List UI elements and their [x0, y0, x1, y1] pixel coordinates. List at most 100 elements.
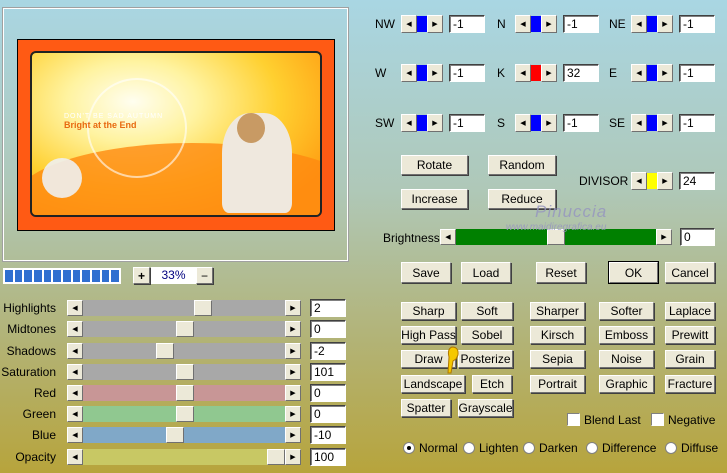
saturation-input[interactable]: 101 [310, 363, 346, 381]
save-button[interactable]: Save [401, 262, 451, 283]
arrow-left-icon[interactable]: ◀ [67, 406, 83, 422]
slider-thumb[interactable] [156, 343, 174, 359]
kernel-w-slider[interactable]: ◀ ▶ [401, 64, 443, 82]
midtones-slider[interactable]: ◀ ▶ [67, 321, 301, 337]
highlights-input[interactable]: 2 [310, 299, 346, 317]
arrow-right-icon[interactable]: ▶ [285, 427, 301, 443]
highlights-slider[interactable]: ◀ ▶ [67, 300, 301, 316]
divisor-input[interactable]: 24 [679, 172, 715, 190]
slider-thumb[interactable] [176, 364, 194, 380]
kernel-ne-slider[interactable]: ◀ ▶ [631, 15, 673, 33]
slider-thumb[interactable] [267, 449, 285, 465]
arrow-right-icon[interactable]: ▶ [285, 385, 301, 401]
preset-grayscale-button[interactable]: Grayscale [458, 399, 513, 417]
kernel-se-slider[interactable]: ◀ ▶ [631, 114, 673, 132]
zoom-out-button[interactable]: − [196, 267, 213, 284]
negative-checkbox[interactable] [651, 413, 664, 426]
zoom-in-button[interactable]: + [133, 267, 150, 284]
mode-normal-radio[interactable] [403, 442, 415, 454]
kernel-e-input[interactable]: -1 [679, 64, 715, 82]
arrow-left-icon[interactable]: ◀ [67, 321, 83, 337]
kernel-e-slider[interactable]: ◀ ▶ [631, 64, 673, 82]
preset-prewitt-button[interactable]: Prewitt [665, 326, 715, 344]
kernel-k-slider[interactable]: ◀ ▶ [515, 64, 557, 82]
blue-input[interactable]: -10 [310, 426, 346, 444]
ok-button[interactable]: OK [608, 261, 659, 284]
arrow-right-icon[interactable]: ▶ [285, 300, 301, 316]
preset-spatter-button[interactable]: Spatter [401, 399, 451, 417]
red-input[interactable]: 0 [310, 384, 346, 402]
preset-graphic-button[interactable]: Graphic [599, 375, 654, 393]
arrow-left-icon[interactable]: ◀ [67, 385, 83, 401]
divisor-slider[interactable]: ◀ ▶ [631, 172, 673, 190]
preset-etch-button[interactable]: Etch [472, 375, 512, 393]
arrow-left-icon[interactable]: ◀ [67, 427, 83, 443]
mode-lighten-radio[interactable] [463, 442, 475, 454]
arrow-left-icon[interactable]: ◀ [67, 343, 83, 359]
preset-sharp-button[interactable]: Sharp [401, 302, 456, 320]
saturation-slider[interactable]: ◀ ▶ [67, 364, 301, 380]
kernel-sw-slider[interactable]: ◀ ▶ [401, 114, 443, 132]
kernel-ne-input[interactable]: -1 [679, 15, 715, 33]
preset-sobel-button[interactable]: Sobel [461, 326, 513, 344]
slider-thumb[interactable] [166, 427, 184, 443]
preset-posterize-button[interactable]: Posterize [458, 350, 513, 368]
progress-segment [82, 270, 91, 282]
preset-noise-button[interactable]: Noise [599, 350, 654, 368]
kernel-n-slider[interactable]: ◀ ▶ [515, 15, 557, 33]
shadows-input[interactable]: -2 [310, 342, 346, 360]
arrow-right-icon[interactable]: ▶ [285, 406, 301, 422]
shadows-slider[interactable]: ◀ ▶ [67, 343, 301, 359]
slider-thumb[interactable] [194, 300, 212, 316]
preset-fracture-button[interactable]: Fracture [665, 375, 715, 393]
preset-portrait-button[interactable]: Portrait [530, 375, 585, 393]
blue-slider[interactable]: ◀ ▶ [67, 427, 301, 443]
mode-difference-radio[interactable] [586, 442, 598, 454]
preset-high-pass-button[interactable]: High Pass [401, 326, 456, 344]
opacity-input[interactable]: 100 [310, 448, 346, 466]
arrow-right-icon[interactable]: ▶ [285, 364, 301, 380]
kernel-nw-input[interactable]: -1 [449, 15, 485, 33]
preset-sharper-button[interactable]: Sharper [530, 302, 585, 320]
kernel-sw-input[interactable]: -1 [449, 114, 485, 132]
mode-darken-radio[interactable] [523, 442, 535, 454]
rotate-button[interactable]: Rotate [401, 155, 468, 175]
arrow-left-icon[interactable]: ◀ [67, 364, 83, 380]
kernel-s-slider[interactable]: ◀ ▶ [515, 114, 557, 132]
kernel-w-input[interactable]: -1 [449, 64, 485, 82]
preset-landscape-button[interactable]: Landscape [401, 375, 465, 393]
arrow-right-icon[interactable]: ▶ [285, 449, 301, 465]
random-button[interactable]: Random [488, 155, 556, 175]
reset-button[interactable]: Reset [536, 262, 586, 283]
load-button[interactable]: Load [461, 262, 511, 283]
green-input[interactable]: 0 [310, 405, 346, 423]
kernel-se-input[interactable]: -1 [679, 114, 715, 132]
midtones-input[interactable]: 0 [310, 320, 346, 338]
red-slider[interactable]: ◀ ▶ [67, 385, 301, 401]
arrow-left-icon[interactable]: ◀ [67, 300, 83, 316]
green-slider[interactable]: ◀ ▶ [67, 406, 301, 422]
kernel-n-input[interactable]: -1 [563, 15, 599, 33]
preset-grain-button[interactable]: Grain [665, 350, 715, 368]
opacity-slider[interactable]: ◀ ▶ [67, 449, 301, 465]
kernel-s-input[interactable]: -1 [563, 114, 599, 132]
increase-button[interactable]: Increase [401, 189, 468, 209]
preset-laplace-button[interactable]: Laplace [665, 302, 715, 320]
brightness-input[interactable]: 0 [680, 228, 715, 246]
kernel-k-input[interactable]: 32 [563, 64, 599, 82]
preset-softer-button[interactable]: Softer [599, 302, 654, 320]
preset-kirsch-button[interactable]: Kirsch [530, 326, 585, 344]
blend-last-checkbox[interactable] [567, 413, 580, 426]
kernel-nw-slider[interactable]: ◀ ▶ [401, 15, 443, 33]
mode-diffuse-radio[interactable] [665, 442, 677, 454]
cancel-button[interactable]: Cancel [665, 262, 715, 283]
preset-sepia-button[interactable]: Sepia [530, 350, 585, 368]
preset-emboss-button[interactable]: Emboss [599, 326, 654, 344]
arrow-left-icon[interactable]: ◀ [67, 449, 83, 465]
slider-thumb[interactable] [176, 385, 194, 401]
arrow-right-icon[interactable]: ▶ [285, 343, 301, 359]
slider-thumb[interactable] [176, 406, 194, 422]
arrow-right-icon[interactable]: ▶ [285, 321, 301, 337]
slider-thumb[interactable] [176, 321, 194, 337]
preset-soft-button[interactable]: Soft [461, 302, 513, 320]
